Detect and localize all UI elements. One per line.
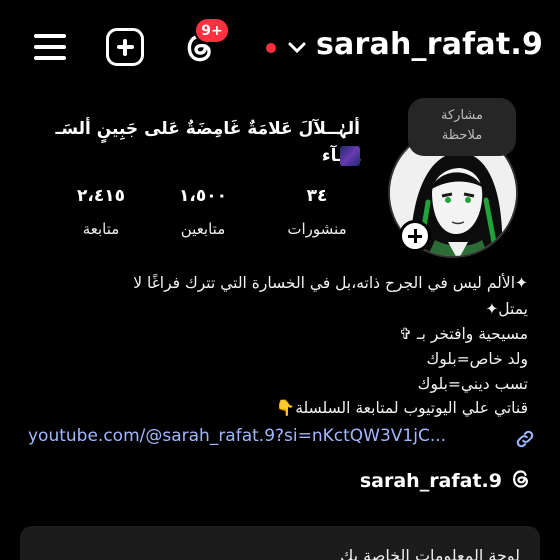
bio-line-5: تسب ديني=بلوك [417,375,528,393]
threads-profile-link[interactable]: sarah_rafat.9 [360,468,532,494]
add-story-icon[interactable] [399,220,431,252]
top-bar: 9+ sarah_rafat.9 [0,0,560,96]
followers-count: ١،٥٠٠ [179,186,227,206]
note-line2: ملاحظة [441,128,483,143]
bio-line-4: ولد خاص=بلوك [426,350,528,368]
profile-username[interactable]: sarah_rafat.9 [316,27,543,62]
followers-label: متابعين [180,220,226,238]
galaxy-emoji [340,146,360,166]
stat-followers[interactable]: ١،٥٠٠ متابعين [158,186,248,238]
notification-badge[interactable]: 9+ [194,17,230,44]
stat-posts[interactable]: ٣٤ منشورات [272,186,362,238]
following-count: ٢،٤١٥ [77,186,125,206]
profile-name-line1: ألہٰــلآلَ عَلامَةٌ غَامِضَةٌ عَلى جَبِي… [55,119,360,139]
bio-line-6: قناتي علي اليوتيوب لمتابعة السلسلة👇 [275,399,528,417]
bio-line-2: يمتل✦ [485,300,528,318]
posts-label: منشورات [287,220,347,238]
following-label: متابعة [82,220,120,238]
posts-count: ٣٤ [306,186,328,206]
bio-link[interactable]: youtube.com/@sarah_rafat.9?si=nKctQW3V1j… [28,426,536,450]
bio-line-3: مسيحية وافتخر بـ ✞ [399,325,528,343]
threads-small-icon [510,468,532,494]
note-line1: مشاركة [441,108,483,123]
professional-dashboard[interactable]: لوحة المعلومات الخاصة بك [20,526,540,560]
add-icon[interactable] [106,28,144,66]
menu-icon[interactable] [32,30,68,64]
threads-username: sarah_rafat.9 [359,470,502,492]
link-icon [514,428,536,450]
note-bubble[interactable]: مشاركة ملاحظة [408,98,516,156]
status-dot [266,43,276,53]
bio-link-text[interactable]: youtube.com/@sarah_rafat.9?si=nKctQW3V1j… [28,426,446,446]
chevron-down-icon[interactable] [286,40,308,56]
bio-line-1: ✦الألم ليس في الجرح ذاته،بل في الخسارة ا… [133,274,528,292]
professional-dashboard-label: لوحة المعلومات الخاصة بك [340,546,520,560]
stat-following[interactable]: ٢،٤١٥ متابعة [56,186,146,238]
